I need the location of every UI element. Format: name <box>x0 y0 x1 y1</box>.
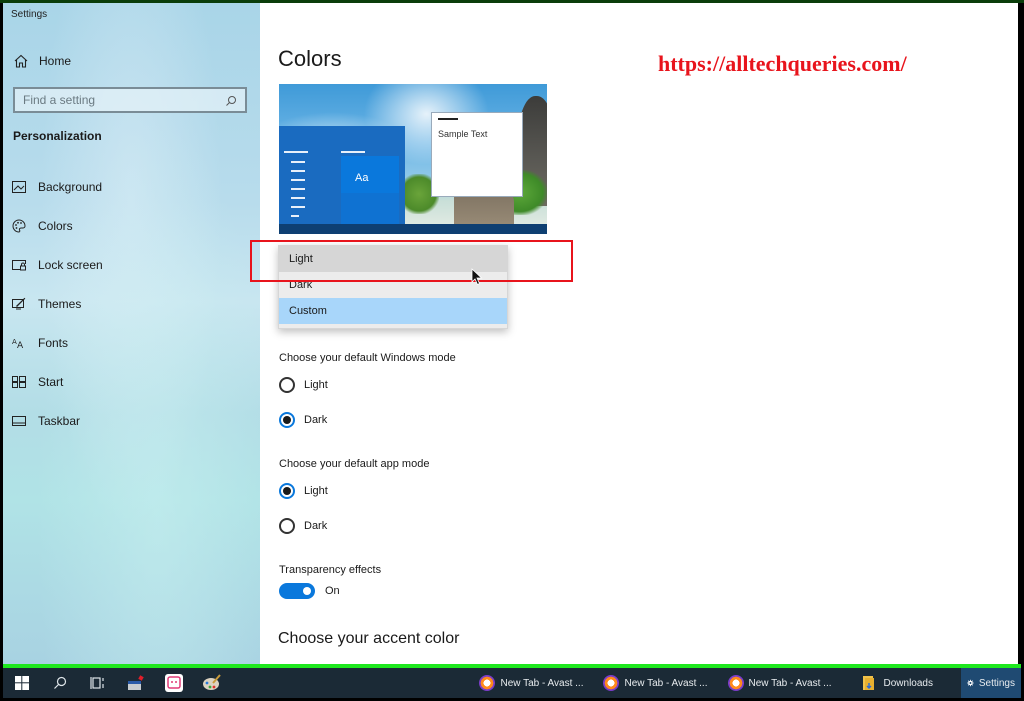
themes-icon <box>12 297 26 311</box>
transparency-label: Transparency effects <box>279 564 382 576</box>
taskbar-search-button[interactable] <box>41 668 79 698</box>
taskbar-task-downloads[interactable]: Downloads <box>856 668 939 698</box>
home-label: Home <box>39 54 72 68</box>
app-mode-label: Choose your default app mode <box>279 458 430 470</box>
sidebar-item-label: Lock screen <box>38 257 103 272</box>
sidebar-item-taskbar[interactable]: Taskbar <box>3 401 260 440</box>
sidebar-nav: Background Colors Lock screen Themes A A… <box>3 167 260 440</box>
sidebar-item-label: Colors <box>38 218 73 233</box>
paint-icon <box>203 674 221 690</box>
avast-browser-icon <box>727 675 744 691</box>
windows-logo-icon <box>15 676 29 690</box>
windows-mode-light-radio[interactable]: Light <box>279 377 328 393</box>
radio-circle <box>279 377 295 393</box>
page-title: Colors <box>278 46 342 71</box>
accent-color-heading: Choose your accent color <box>278 630 460 647</box>
home-link[interactable]: Home <box>13 53 71 69</box>
task-label: New Tab - Avast ... <box>624 677 708 689</box>
transparency-toggle[interactable] <box>279 583 315 599</box>
pinned-paint-button[interactable] <box>193 668 231 698</box>
transparency-toggle-row: On <box>279 583 340 599</box>
sample-text: Sample Text <box>438 129 488 139</box>
radio-circle <box>279 412 295 428</box>
search-input[interactable] <box>23 93 225 107</box>
preview-sample-window: Sample Text <box>431 112 523 197</box>
task-view-icon <box>90 677 104 689</box>
palette-icon <box>12 218 26 233</box>
start-icon <box>12 375 26 389</box>
sidebar-item-label: Background <box>38 179 103 194</box>
home-icon <box>13 53 29 69</box>
avast-browser-icon <box>603 675 620 691</box>
taskbar: New Tab - Avast ... New Tab - Avast ... … <box>3 668 1021 698</box>
chat-app-icon <box>165 674 183 692</box>
radio-label: Light <box>304 379 328 391</box>
task-label: Downloads <box>883 677 933 689</box>
sidebar-item-colors[interactable]: Colors <box>3 206 260 245</box>
svg-text:A: A <box>17 341 24 349</box>
sidebar-item-label: Themes <box>38 296 82 311</box>
preview-tile <box>341 193 399 226</box>
watermark-url: https://alltechqueries.com/ <box>658 51 907 76</box>
task-label: Settings <box>978 677 1015 689</box>
app-mode-light-radio[interactable]: Light <box>279 483 328 499</box>
fonts-icon: AA <box>12 336 26 350</box>
radio-label: Dark <box>304 414 328 426</box>
radio-label: Dark <box>304 520 328 532</box>
pinned-app-button[interactable] <box>117 668 155 698</box>
lock-screen-icon <box>12 258 26 272</box>
section-title: Personalization <box>13 129 102 143</box>
annotation-highlight-box <box>250 240 573 282</box>
find-setting-search[interactable] <box>13 87 247 113</box>
sidebar-item-themes[interactable]: Themes <box>3 284 260 323</box>
windows-mode-label: Choose your default Windows mode <box>279 352 456 364</box>
radio-label: Light <box>304 485 328 497</box>
taskbar-icon <box>12 414 26 428</box>
windows-mode-dark-radio[interactable]: Dark <box>279 412 327 428</box>
pinned-chat-app-button[interactable] <box>155 668 193 698</box>
task-label: New Tab - Avast ... <box>500 677 584 689</box>
task-label: New Tab - Avast ... <box>748 677 832 689</box>
sidebar-item-label: Start <box>38 374 64 389</box>
gear-icon <box>967 679 974 687</box>
taskbar-task-avast-3[interactable]: New Tab - Avast ... <box>722 668 838 698</box>
start-button[interactable] <box>3 668 41 698</box>
app-title: Settings <box>11 9 48 20</box>
sidebar-item-fonts[interactable]: AA Fonts <box>3 323 260 362</box>
task-view-button[interactable] <box>79 668 117 698</box>
sidebar-item-lock-screen[interactable]: Lock screen <box>3 245 260 284</box>
app-mode-dark-radio[interactable]: Dark <box>279 518 327 534</box>
main-content: Colors https://alltechqueries.com/ Aa Sa… <box>250 3 1018 666</box>
theme-preview: Aa Sample Text <box>279 84 547 234</box>
sidebar-item-background[interactable]: Background <box>3 167 260 206</box>
settings-window: Settings Home Personalization Background <box>3 3 1018 666</box>
sidebar: Settings Home Personalization Background <box>3 3 260 666</box>
preview-start-menu: Aa <box>279 126 405 234</box>
sidebar-item-label: Fonts <box>38 335 69 350</box>
taskbar-task-settings[interactable]: Settings <box>961 668 1021 698</box>
search-icon <box>54 676 67 689</box>
toggle-state-label: On <box>325 585 340 597</box>
search-icon[interactable] <box>225 94 237 106</box>
avast-browser-icon <box>479 675 496 691</box>
sidebar-item-label: Taskbar <box>38 413 81 428</box>
folder-icon <box>862 676 874 690</box>
sidebar-item-start[interactable]: Start <box>3 362 260 401</box>
image-icon <box>12 180 26 194</box>
mouse-cursor-icon <box>471 268 483 286</box>
taskbar-task-avast-1[interactable]: New Tab - Avast ... <box>473 668 589 698</box>
taskbar-task-avast-2[interactable]: New Tab - Avast ... <box>597 668 713 698</box>
app-icon <box>128 675 144 690</box>
preview-taskbar <box>279 224 547 234</box>
radio-circle <box>279 518 295 534</box>
radio-circle <box>279 483 295 499</box>
dropdown-option-custom[interactable]: Custom <box>279 298 507 324</box>
preview-tile-text: Aa <box>355 172 369 184</box>
